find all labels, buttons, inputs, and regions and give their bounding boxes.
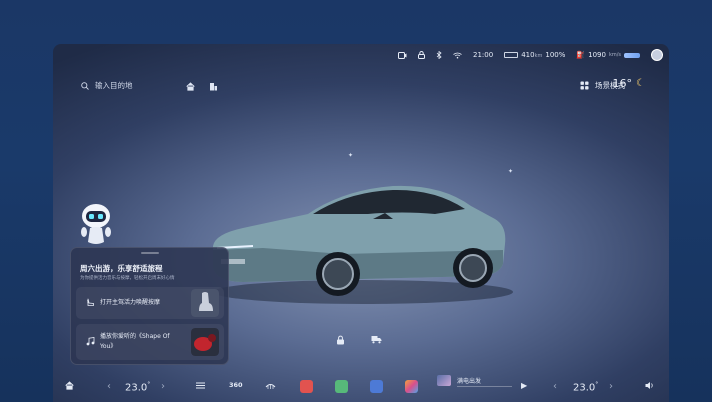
car-lock-icon[interactable]	[336, 335, 345, 345]
search-icon	[81, 81, 89, 90]
card-title: 周六出游，乐享舒适旅程	[80, 264, 163, 273]
bottom-dock: ‹ 23.0° › 360 满电出发 ▶ ‹ 23.0° ›	[53, 372, 669, 402]
music-icon	[86, 337, 95, 346]
media-progress[interactable]	[457, 386, 512, 387]
app-music-icon[interactable]	[300, 380, 313, 393]
seat-thumbnail	[191, 289, 219, 317]
car-display: 21:00 410km 100% ⛽ 1090 km/s 输入目的地 场景模式 …	[53, 44, 669, 402]
moon-icon: ☾	[636, 78, 645, 89]
status-bar: 21:00 410km 100% ⛽ 1090 km/s	[53, 44, 669, 66]
robot-icon[interactable]	[78, 202, 114, 248]
play-icon[interactable]: ▶	[521, 381, 527, 390]
volume-icon[interactable]	[645, 381, 655, 390]
seat-icon	[87, 298, 94, 306]
album-thumbnail	[191, 328, 219, 356]
home-icon[interactable]	[186, 82, 195, 91]
clock-time: 21:00	[473, 51, 494, 59]
camera-icon[interactable]	[398, 51, 407, 59]
right-temperature: 23.0°	[573, 381, 598, 393]
range-unit: km	[534, 53, 543, 59]
recommendation-card[interactable]: 周六出游，乐享舒适旅程 为你提供活力音乐与按摩，轻松开启周末好心情 打开主驾活力…	[70, 247, 229, 365]
power-unit: km/s	[608, 52, 621, 58]
left-temp-unit: °	[147, 381, 151, 388]
battery-percent: 100	[545, 51, 559, 59]
search-input[interactable]: 输入目的地	[95, 80, 133, 91]
music-suggestion-label-line2: You》	[100, 343, 117, 350]
left-temperature: 23.0°	[125, 381, 150, 393]
apps-icon[interactable]	[405, 380, 418, 393]
fan-icon[interactable]	[195, 381, 206, 390]
music-suggestion-label-line1: 播放你爱听的《Shape Of	[100, 333, 170, 340]
outside-temperature: 16°	[612, 77, 633, 90]
defrost-icon[interactable]	[265, 381, 276, 390]
search-bar[interactable]: 输入目的地	[81, 80, 133, 91]
power-value: 1090	[588, 51, 606, 59]
sparkle-decoration: ✦	[348, 152, 354, 159]
card-subtitle: 为你提供活力音乐与按摩，轻松开启周末好心情	[80, 276, 175, 281]
battery-icon	[504, 52, 519, 58]
left-temp-down-button[interactable]: ‹	[107, 381, 111, 392]
media-cover	[437, 375, 451, 386]
bluetooth-icon[interactable]	[436, 51, 442, 59]
right-temp-down-button[interactable]: ‹	[553, 381, 557, 392]
right-temp-unit: °	[595, 381, 599, 388]
range-value: 410	[521, 51, 535, 59]
view-360-button[interactable]: 360	[229, 381, 243, 389]
calendar-icon[interactable]	[370, 380, 383, 393]
car-model-image[interactable]	[203, 164, 513, 309]
truck-icon[interactable]	[371, 335, 382, 344]
left-temp-value: 23.0	[125, 382, 148, 394]
vehicle-controls	[336, 335, 382, 345]
weather-widget[interactable]: 16° ☾	[613, 77, 645, 90]
power-indicator: ⛽ 1090 km/s	[576, 51, 640, 59]
quick-destinations	[186, 82, 218, 91]
massage-suggestion[interactable]: 打开主驾活力唤醒按摩	[76, 287, 224, 319]
range-indicator: 410km 100%	[504, 51, 565, 59]
card-drag-handle[interactable]	[141, 252, 159, 254]
media-title: 满电出发	[457, 378, 482, 385]
media-widget[interactable]: 满电出发	[437, 372, 517, 392]
wifi-icon[interactable]	[453, 52, 462, 59]
music-suggestion[interactable]: 播放你爱听的《Shape Of You》	[76, 324, 224, 360]
battery-unit: %	[558, 51, 566, 59]
power-bar	[624, 52, 640, 58]
massage-suggestion-label: 打开主驾活力唤醒按摩	[100, 299, 161, 306]
building-icon[interactable]	[209, 82, 218, 91]
right-temp-up-button[interactable]: ›	[609, 381, 613, 392]
user-icon[interactable]	[651, 49, 663, 61]
phone-icon[interactable]	[335, 380, 348, 393]
left-temp-up-button[interactable]: ›	[161, 381, 165, 392]
lock-icon[interactable]	[418, 51, 426, 59]
right-temp-value: 23.0	[573, 382, 596, 394]
energy-icon: ⛽	[576, 51, 586, 59]
scene-icon	[580, 81, 589, 90]
home-icon[interactable]	[65, 381, 74, 390]
